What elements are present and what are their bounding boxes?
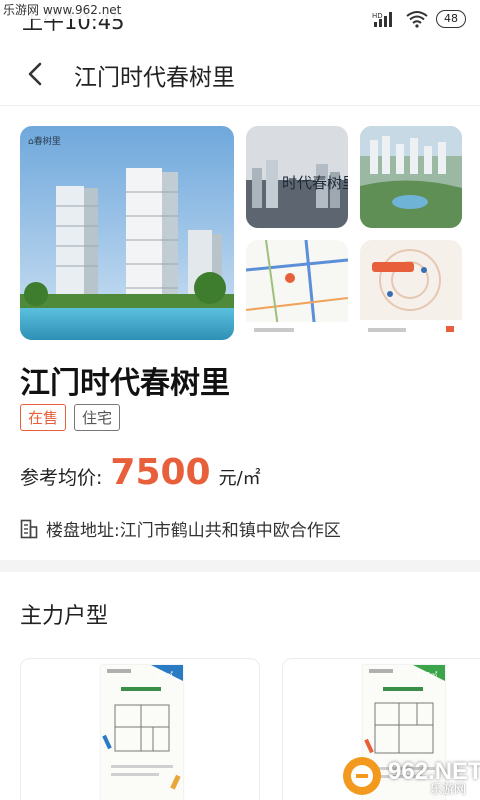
address-text: 楼盘地址:江门市鹤山共和镇中欧合作区 [46,521,341,541]
property-type-badge: 住宅 [74,404,121,431]
watermark-subtext: 乐游网 [430,782,467,796]
gallery-thumb-1[interactable]: 时代春树里 [246,126,348,228]
photo-gallery: ⌂春树里 时代春树里 [20,126,462,342]
svg-text:⌂春树里: ⌂春树里 [28,135,61,147]
wifi-icon [406,11,428,28]
thumb-2-image [360,126,462,228]
status-badge: 在售 [20,404,67,431]
site-watermark: 962.NET 乐游网 [338,754,480,798]
price-unit: 元/㎡ [218,468,261,489]
header-title: 江门时代春树里 [74,65,235,91]
site-watermark-tag: 乐游网 www.962.net [0,0,125,19]
building-icon [20,519,38,538]
app-header: 江门时代春树里 [0,42,480,106]
floorplan-area-badge-2: 119㎡ [417,671,437,679]
price-row: 参考均价: 7500 元/㎡ [20,452,261,493]
battery-icon: 48 [436,10,466,28]
thumb-4-image [360,240,462,342]
floorplan-card-1[interactable]: 98㎡ [20,658,260,800]
address-row: 楼盘地址:江门市鹤山共和镇中欧合作区 [20,516,341,541]
gallery-thumb-4[interactable] [360,240,462,342]
page: 上午10:45 乐游网 www.962.net HD 48 江门时代春树里 ⌂春… [0,0,480,800]
main-photo-image: ⌂春树里 [20,126,234,340]
floorplan-image-1: 98㎡ [101,665,183,800]
hd-signal-icon: HD [372,12,392,27]
thumb-1-caption: 时代春树里 [282,174,348,192]
status-icons: HD 48 [372,10,466,28]
floorplans-section-title: 主力户型 [20,604,109,629]
svg-text:HD: HD [372,12,383,20]
status-bar: 上午10:45 乐游网 www.962.net HD 48 [0,0,480,40]
main-photo[interactable]: ⌂春树里 [20,126,234,340]
project-title: 江门时代春树里 [20,366,230,401]
gallery-thumb-2[interactable] [360,126,462,228]
gallery-thumb-3[interactable] [246,240,348,342]
thumb-1-image: 时代春树里 [246,126,348,228]
floorplan-area-badge-1: 98㎡ [157,671,173,679]
back-button[interactable] [18,56,54,92]
thumb-3-image [246,240,348,342]
price-value: 7500 [110,452,211,493]
price-label: 参考均价: [20,467,103,489]
section-divider [0,560,480,572]
project-tags: 在售 住宅 [20,404,121,431]
watermark-logo-icon [343,757,381,795]
